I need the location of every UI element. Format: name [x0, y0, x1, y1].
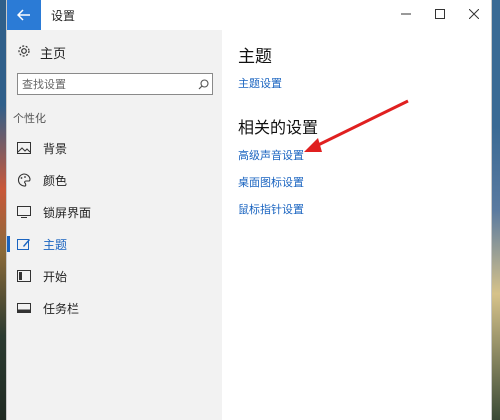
nav-home-label: 主页	[40, 47, 67, 62]
gear-icon	[17, 44, 31, 62]
nav-item-colors[interactable]: 颜色	[7, 165, 222, 195]
nav-item-start[interactable]: 开始	[7, 261, 222, 291]
palette-icon	[17, 173, 31, 187]
page-title: 主题	[238, 47, 272, 67]
nav-item-label: 开始	[43, 269, 68, 284]
start-icon	[17, 270, 31, 282]
nav-item-label: 任务栏	[43, 301, 80, 316]
taskbar-icon	[17, 303, 31, 313]
minimize-button[interactable]	[389, 0, 423, 30]
nav-item-taskbar[interactable]: 任务栏	[7, 293, 222, 323]
close-button[interactable]	[457, 0, 491, 30]
nav-item-label: 颜色	[43, 173, 68, 188]
nav-item-themes[interactable]: 主题	[7, 229, 222, 259]
theme-icon	[17, 237, 31, 251]
desktop-icon-settings-link[interactable]: 桌面图标设置	[238, 174, 304, 190]
image-icon	[17, 142, 31, 154]
search-icon[interactable]	[194, 78, 212, 90]
content-pane: 主题 主题设置 相关的设置 高级声音设置 桌面图标设置 鼠标指针设置	[222, 30, 491, 420]
nav-item-lock-screen[interactable]: 锁屏界面	[7, 197, 222, 227]
section-label-personalization: 个性化	[13, 112, 46, 125]
back-arrow-icon	[16, 6, 31, 25]
desktop-background-right	[492, 0, 500, 420]
minimize-icon	[401, 8, 411, 23]
maximize-button[interactable]	[423, 0, 457, 30]
navigation-pane: 主页 个性化 背景 颜色 锁屏界面	[7, 30, 222, 420]
back-button[interactable]	[7, 0, 41, 30]
nav-item-label: 锁屏界面	[43, 205, 92, 220]
nav-item-label: 背景	[43, 141, 68, 156]
settings-window: 设置 主页 个性化	[6, 0, 492, 420]
advanced-sound-settings-link[interactable]: 高级声音设置	[238, 147, 304, 163]
theme-settings-link[interactable]: 主题设置	[238, 75, 282, 91]
nav-item-label: 主题	[43, 237, 68, 252]
title-bar: 设置	[7, 0, 491, 30]
nav-item-background[interactable]: 背景	[7, 133, 222, 163]
close-icon	[468, 8, 480, 23]
search-input[interactable]	[18, 77, 194, 91]
active-indicator	[7, 236, 10, 252]
window-title: 设置	[51, 9, 76, 23]
lock-screen-icon	[17, 206, 31, 218]
mouse-pointer-settings-link[interactable]: 鼠标指针设置	[238, 201, 304, 217]
related-settings-heading: 相关的设置	[238, 118, 319, 137]
nav-home[interactable]: 主页	[17, 43, 66, 62]
search-box	[17, 73, 213, 95]
maximize-icon	[435, 8, 445, 23]
